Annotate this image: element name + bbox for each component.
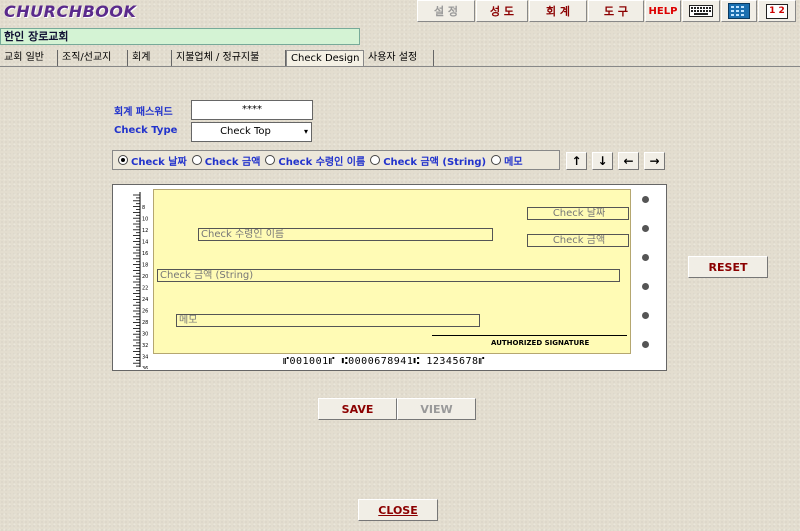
ruler-number: 24: [142, 297, 148, 303]
check-type-value: Check Top: [220, 126, 271, 137]
ruler-number: 30: [142, 332, 148, 338]
ruler: 8 10 12 14 16 18 20 22 24 26 28 30 32 34 36: [133, 192, 148, 369]
tab-vendors-payments[interactable]: 지불업체 / 정규지불: [172, 50, 286, 66]
arrow-right-icon: →: [649, 154, 660, 168]
keyboard-button[interactable]: [682, 0, 720, 22]
accounting-menu-button[interactable]: 회 계: [529, 0, 587, 22]
check-type-label: Check Type: [114, 125, 178, 136]
move-left-button[interactable]: ←: [618, 152, 639, 170]
ruler-number: 12: [142, 228, 148, 234]
ruler-number: 22: [142, 286, 148, 292]
ruler-number: 14: [142, 240, 148, 246]
keyboard-icon: [689, 5, 713, 17]
view-button[interactable]: VIEW: [397, 398, 476, 420]
monitor-icon: [728, 3, 750, 19]
payee-name-field[interactable]: Check 수령인 이름: [198, 228, 493, 241]
radio-memo[interactable]: 메모: [491, 153, 523, 168]
perforation-hole: [642, 254, 649, 261]
radio-amount-string[interactable]: Check 금액 (String): [370, 153, 486, 168]
arrow-up-icon: ↑: [571, 154, 582, 168]
perforation-hole: [642, 225, 649, 232]
amount-string-field[interactable]: Check 금액 (String): [157, 269, 620, 282]
perforation-hole: [642, 312, 649, 319]
radio-payee-name[interactable]: Check 수령인 이름: [265, 153, 365, 168]
perforation-hole: [642, 196, 649, 203]
screen-button[interactable]: [721, 0, 757, 22]
ruler-number: 20: [142, 274, 148, 280]
signature-line: [432, 335, 627, 336]
field-selector: Check 날짜 Check 금액 Check 수령인 이름 Check 금액 …: [112, 150, 560, 170]
tab-bar: 교회 일반 조직/선교지 회계 지불업체 / 정규지불 Check Design…: [0, 50, 800, 67]
perforation-hole: [642, 341, 649, 348]
ruler-number: 18: [142, 263, 148, 269]
ruler-number: 34: [142, 355, 148, 361]
members-menu-button[interactable]: 성 도: [476, 0, 528, 22]
reset-button[interactable]: RESET: [688, 256, 768, 278]
tab-accounting[interactable]: 회계: [128, 50, 172, 66]
radio-check-date[interactable]: Check 날짜: [118, 153, 187, 168]
chevron-down-icon: ▾: [303, 127, 308, 136]
help-button[interactable]: HELP: [645, 0, 681, 22]
tools-menu-button[interactable]: 도 구: [588, 0, 644, 22]
memo-field[interactable]: 메모: [176, 314, 480, 327]
close-button[interactable]: CLOSE: [358, 499, 438, 521]
save-button[interactable]: SAVE: [318, 398, 397, 420]
move-right-button[interactable]: →: [644, 152, 665, 170]
check-amount-field[interactable]: Check 금액: [527, 234, 629, 247]
ruler-number: 32: [142, 343, 148, 349]
ruler-number: 26: [142, 309, 148, 315]
app-logo: CHURCHBOOK: [4, 2, 137, 21]
calculator-button[interactable]: 1 2: [758, 0, 796, 22]
calculator-icon: 1 2: [766, 3, 788, 19]
move-down-button[interactable]: ↓: [592, 152, 613, 170]
tab-check-design[interactable]: Check Design: [286, 50, 364, 66]
ruler-number: 28: [142, 320, 148, 326]
password-field[interactable]: ****: [191, 100, 313, 120]
micr-line: ⑈001001⑈ ⑆0000678941⑆ 12345678⑈: [283, 356, 486, 367]
ruler-number: 16: [142, 251, 148, 257]
tab-church-general[interactable]: 교회 일반: [0, 50, 58, 66]
ruler-number: 36: [142, 366, 148, 369]
church-name-bar: 한인 장로교회: [0, 28, 360, 45]
check-type-select[interactable]: Check Top ▾: [191, 122, 312, 142]
ruler-number: 8: [142, 205, 145, 211]
perforation-hole: [642, 283, 649, 290]
radio-check-amount[interactable]: Check 금액: [191, 153, 260, 168]
tab-organization-mission[interactable]: 조직/선교지: [58, 50, 128, 66]
settings-menu-button[interactable]: 설 정: [417, 0, 475, 22]
signature-label: AUTHORIZED SIGNATURE: [491, 339, 590, 347]
password-label: 회계 패스워드: [114, 107, 173, 118]
arrow-down-icon: ↓: [597, 154, 608, 168]
move-up-button[interactable]: ↑: [566, 152, 587, 170]
check-date-field[interactable]: Check 날짜: [527, 207, 629, 220]
ruler-number: 10: [142, 217, 148, 223]
tab-user-settings[interactable]: 사용자 설정: [364, 50, 434, 66]
arrow-left-icon: ←: [623, 154, 634, 168]
